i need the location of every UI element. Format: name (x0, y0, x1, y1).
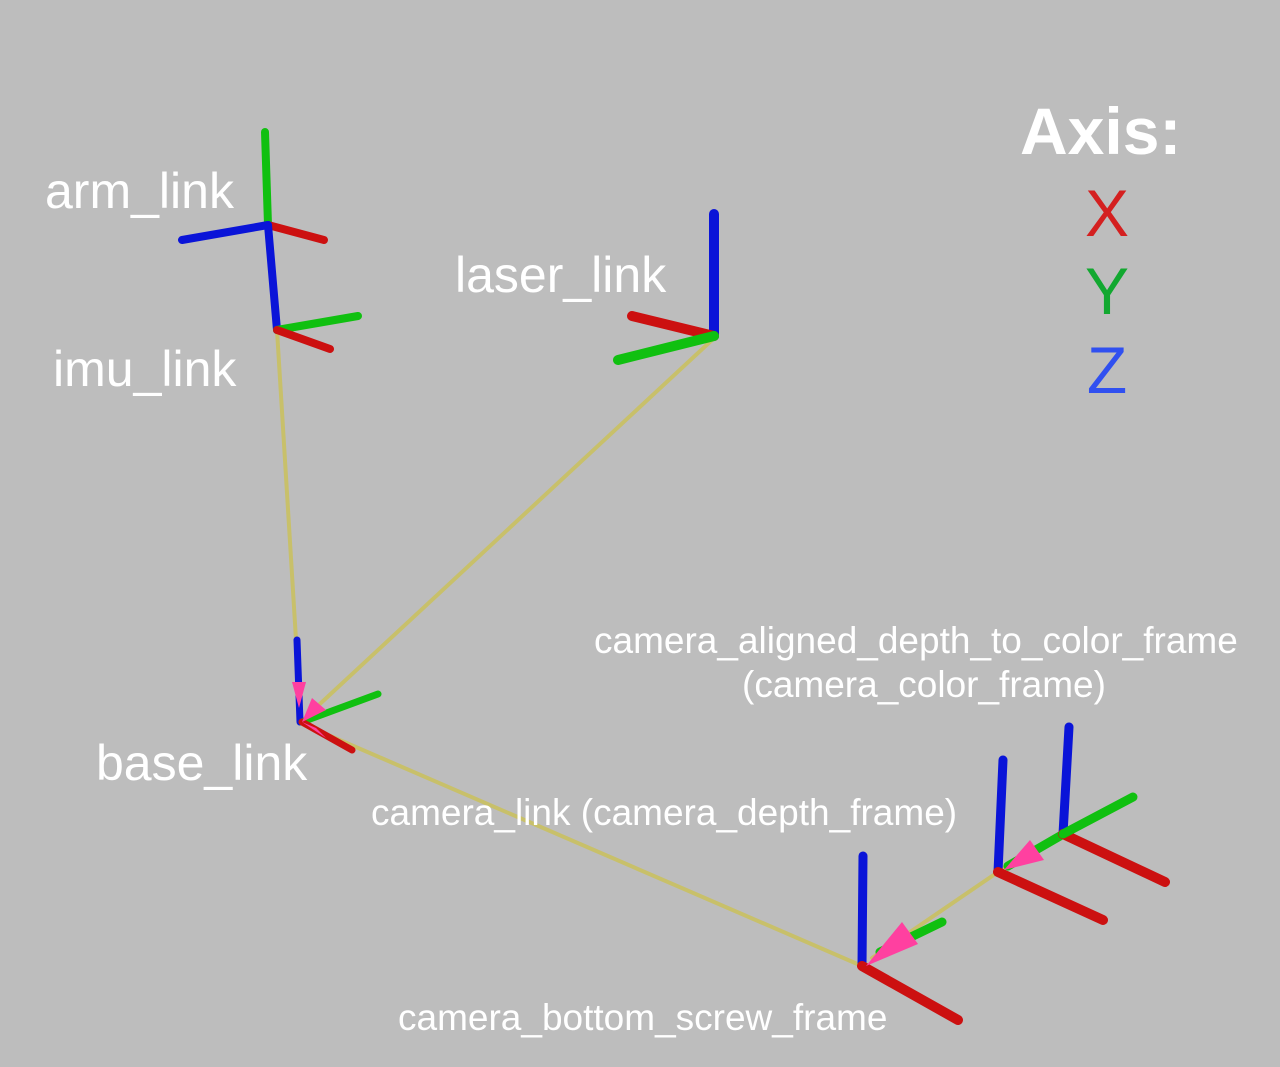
camera-link-x-axis (993, 867, 1108, 925)
imu-link-y-axis (273, 312, 362, 334)
camera-link-z-axis (993, 755, 1008, 877)
arm-link-y-axis (261, 128, 272, 229)
base-link-z-axis (293, 636, 304, 726)
label-camera-aligned-line2: (camera_color_frame) (742, 664, 1106, 705)
imu-link-x-axis (273, 326, 334, 353)
laser-link-y-axis (613, 331, 719, 365)
label-camera-bottom-screw-frame: camera_bottom_screw_frame (398, 997, 888, 1038)
link-base-to-bottom-screw (310, 726, 864, 968)
label-arm-link: arm_link (45, 163, 234, 219)
legend-y: Y (1084, 254, 1130, 328)
legend-z: Z (1086, 333, 1128, 407)
arm-link-to-imu-z (264, 221, 281, 334)
aligned-x-axis (1058, 829, 1170, 887)
legend-x: X (1084, 176, 1130, 250)
label-camera-aligned-line1: camera_aligned_depth_to_color_frame (594, 620, 1238, 661)
frame-axes-arm-link (178, 128, 328, 334)
arm-link-x-axis (264, 221, 328, 244)
label-imu-link: imu_link (53, 341, 237, 397)
frame-axes-base-link (292, 636, 382, 754)
label-camera-link: camera_link (camera_depth_frame) (371, 792, 958, 833)
bottom-screw-arrow (866, 922, 918, 966)
frame-axes-camera-bottom-screw (857, 851, 963, 1025)
base-link-arrow-from-imu (292, 682, 306, 708)
frame-axes-camera-aligned (1058, 722, 1170, 887)
aligned-z-axis (1058, 722, 1074, 839)
label-laser-link: laser_link (455, 247, 667, 303)
legend-title: Axis: (1020, 94, 1182, 168)
laser-link-x-axis (627, 311, 719, 341)
label-base-link: base_link (96, 735, 308, 791)
arm-link-z-axis (178, 221, 272, 244)
aligned-y-axis (1058, 792, 1138, 839)
frame-axes-imu-link (273, 312, 362, 353)
bottom-screw-z-axis (857, 851, 868, 971)
